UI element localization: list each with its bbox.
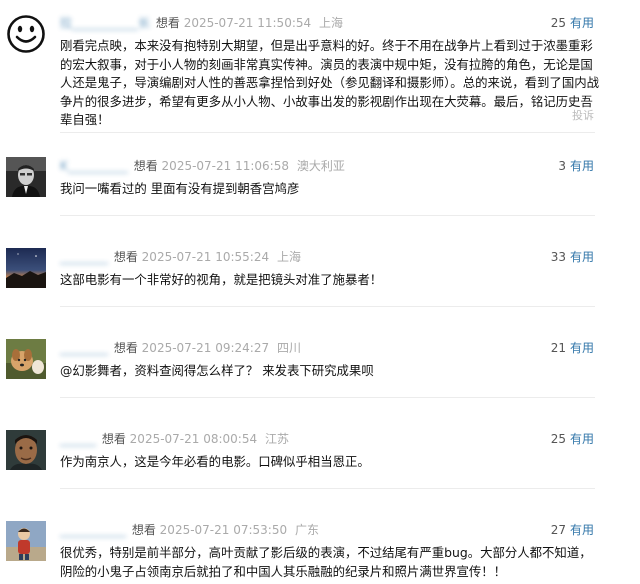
comment-meta: ________ 想看 2025-07-21 10:55:24 上海 xyxy=(60,248,301,266)
comment-time: 2025-07-21 10:55:24 xyxy=(141,250,270,264)
username-link[interactable]: 拉___________长 xyxy=(60,16,150,30)
comment-list: 拉___________长 想看 2025-07-21 11:50:54 上海 … xyxy=(0,0,640,584)
watch-status: 想看 xyxy=(133,159,158,173)
username-link[interactable]: ______ xyxy=(60,432,96,446)
watch-status: 想看 xyxy=(131,523,156,537)
comment-location: 上海 xyxy=(276,250,301,264)
vote-box: 33 有用 xyxy=(551,248,594,266)
comment-text: 很优秀，特别是前半部分，高叶贡献了影后级的表演，不过结尾有严重bug。大部分人都… xyxy=(60,545,592,579)
avatar[interactable] xyxy=(6,430,46,470)
divider xyxy=(60,215,595,216)
vote-count: 25 xyxy=(550,16,566,30)
divider xyxy=(60,306,595,307)
vote-box: 25 有用 xyxy=(551,430,594,448)
comment-meta: 拉___________长 想看 2025-07-21 11:50:54 上海 xyxy=(60,14,343,32)
avatar[interactable] xyxy=(6,248,46,288)
avatar[interactable] xyxy=(6,157,46,197)
vote-count: 3 xyxy=(558,159,566,173)
comment-meta: ______ 想看 2025-07-21 08:00:54 江苏 xyxy=(60,430,289,448)
child-photo-icon xyxy=(6,521,46,561)
vote-button[interactable]: 有用 xyxy=(570,159,594,173)
man-face-icon xyxy=(6,430,46,470)
divider xyxy=(60,132,595,133)
vote-count: 21 xyxy=(550,341,566,355)
comment-meta: K__________ 想看 2025-07-21 11:06:58 澳大利亚 xyxy=(60,157,345,175)
username-link[interactable]: ________ xyxy=(60,341,108,355)
vote-box: 3 有用 xyxy=(558,157,594,175)
vote-count: 33 xyxy=(550,250,566,264)
avatar[interactable] xyxy=(6,14,46,54)
comment-meta: ___________ 想看 2025-07-21 07:53:50 广东 xyxy=(60,521,319,539)
smiley-face-icon xyxy=(6,14,46,54)
vote-button[interactable]: 有用 xyxy=(570,523,594,537)
vote-button[interactable]: 有用 xyxy=(570,432,594,446)
report-link[interactable]: 投诉 xyxy=(572,107,594,123)
avatar[interactable] xyxy=(6,521,46,561)
comment-location: 澳大利亚 xyxy=(296,159,345,173)
vote-button[interactable]: 有用 xyxy=(570,16,594,30)
comment-time: 2025-07-21 09:24:27 xyxy=(141,341,270,355)
comment-text: 作为南京人，这是今年必看的电影。口碑似乎相当恩正。 xyxy=(60,454,370,469)
vote-button[interactable]: 有用 xyxy=(570,250,594,264)
watch-status: 想看 xyxy=(113,341,138,355)
vote-count: 27 xyxy=(550,523,566,537)
comment-location: 江苏 xyxy=(264,432,289,446)
divider xyxy=(60,488,595,489)
comment-location: 四川 xyxy=(276,341,301,355)
comment-meta: ________ 想看 2025-07-21 09:24:27 四川 xyxy=(60,339,301,357)
comment-time: 2025-07-21 07:53:50 xyxy=(159,523,288,537)
comment-location: 上海 xyxy=(318,16,343,30)
comment-time: 2025-07-21 08:00:54 xyxy=(129,432,258,446)
watch-status: 想看 xyxy=(101,432,126,446)
comment-text: @幻影舞者，资料查阅得怎么样了？ 来发表下研究成果呗 xyxy=(60,363,374,378)
dog-photo-icon xyxy=(6,339,46,379)
man-portrait-icon xyxy=(6,157,46,197)
comment-text: 刚看完点映，本来没有抱特别大期望，但是出乎意料的好。终于不用在战争片上看到过于浓… xyxy=(60,38,599,127)
username-link[interactable]: ________ xyxy=(60,250,108,264)
comment-text: 我问一嘴看过的 里面有没有提到朝香宫鸠彦 xyxy=(60,181,300,196)
watch-status: 想看 xyxy=(155,16,180,30)
comment-location: 广东 xyxy=(294,523,319,537)
vote-box: 21 有用 xyxy=(551,339,594,357)
comment-time: 2025-07-21 11:06:58 xyxy=(161,159,289,173)
vote-button[interactable]: 有用 xyxy=(570,341,594,355)
username-link[interactable]: K__________ xyxy=(60,159,128,173)
vote-box: 27 有用 xyxy=(551,521,594,539)
vote-box: 25 有用 xyxy=(551,14,594,32)
night-landscape-icon xyxy=(6,248,46,288)
vote-count: 25 xyxy=(550,432,566,446)
divider xyxy=(60,397,595,398)
avatar[interactable] xyxy=(6,339,46,379)
watch-status: 想看 xyxy=(113,250,138,264)
username-link[interactable]: ___________ xyxy=(60,523,126,537)
comment-time: 2025-07-21 11:50:54 xyxy=(183,16,312,30)
comment-text: 这部电影有一个非常好的视角，就是把镜头对准了施暴者！ xyxy=(60,272,383,287)
